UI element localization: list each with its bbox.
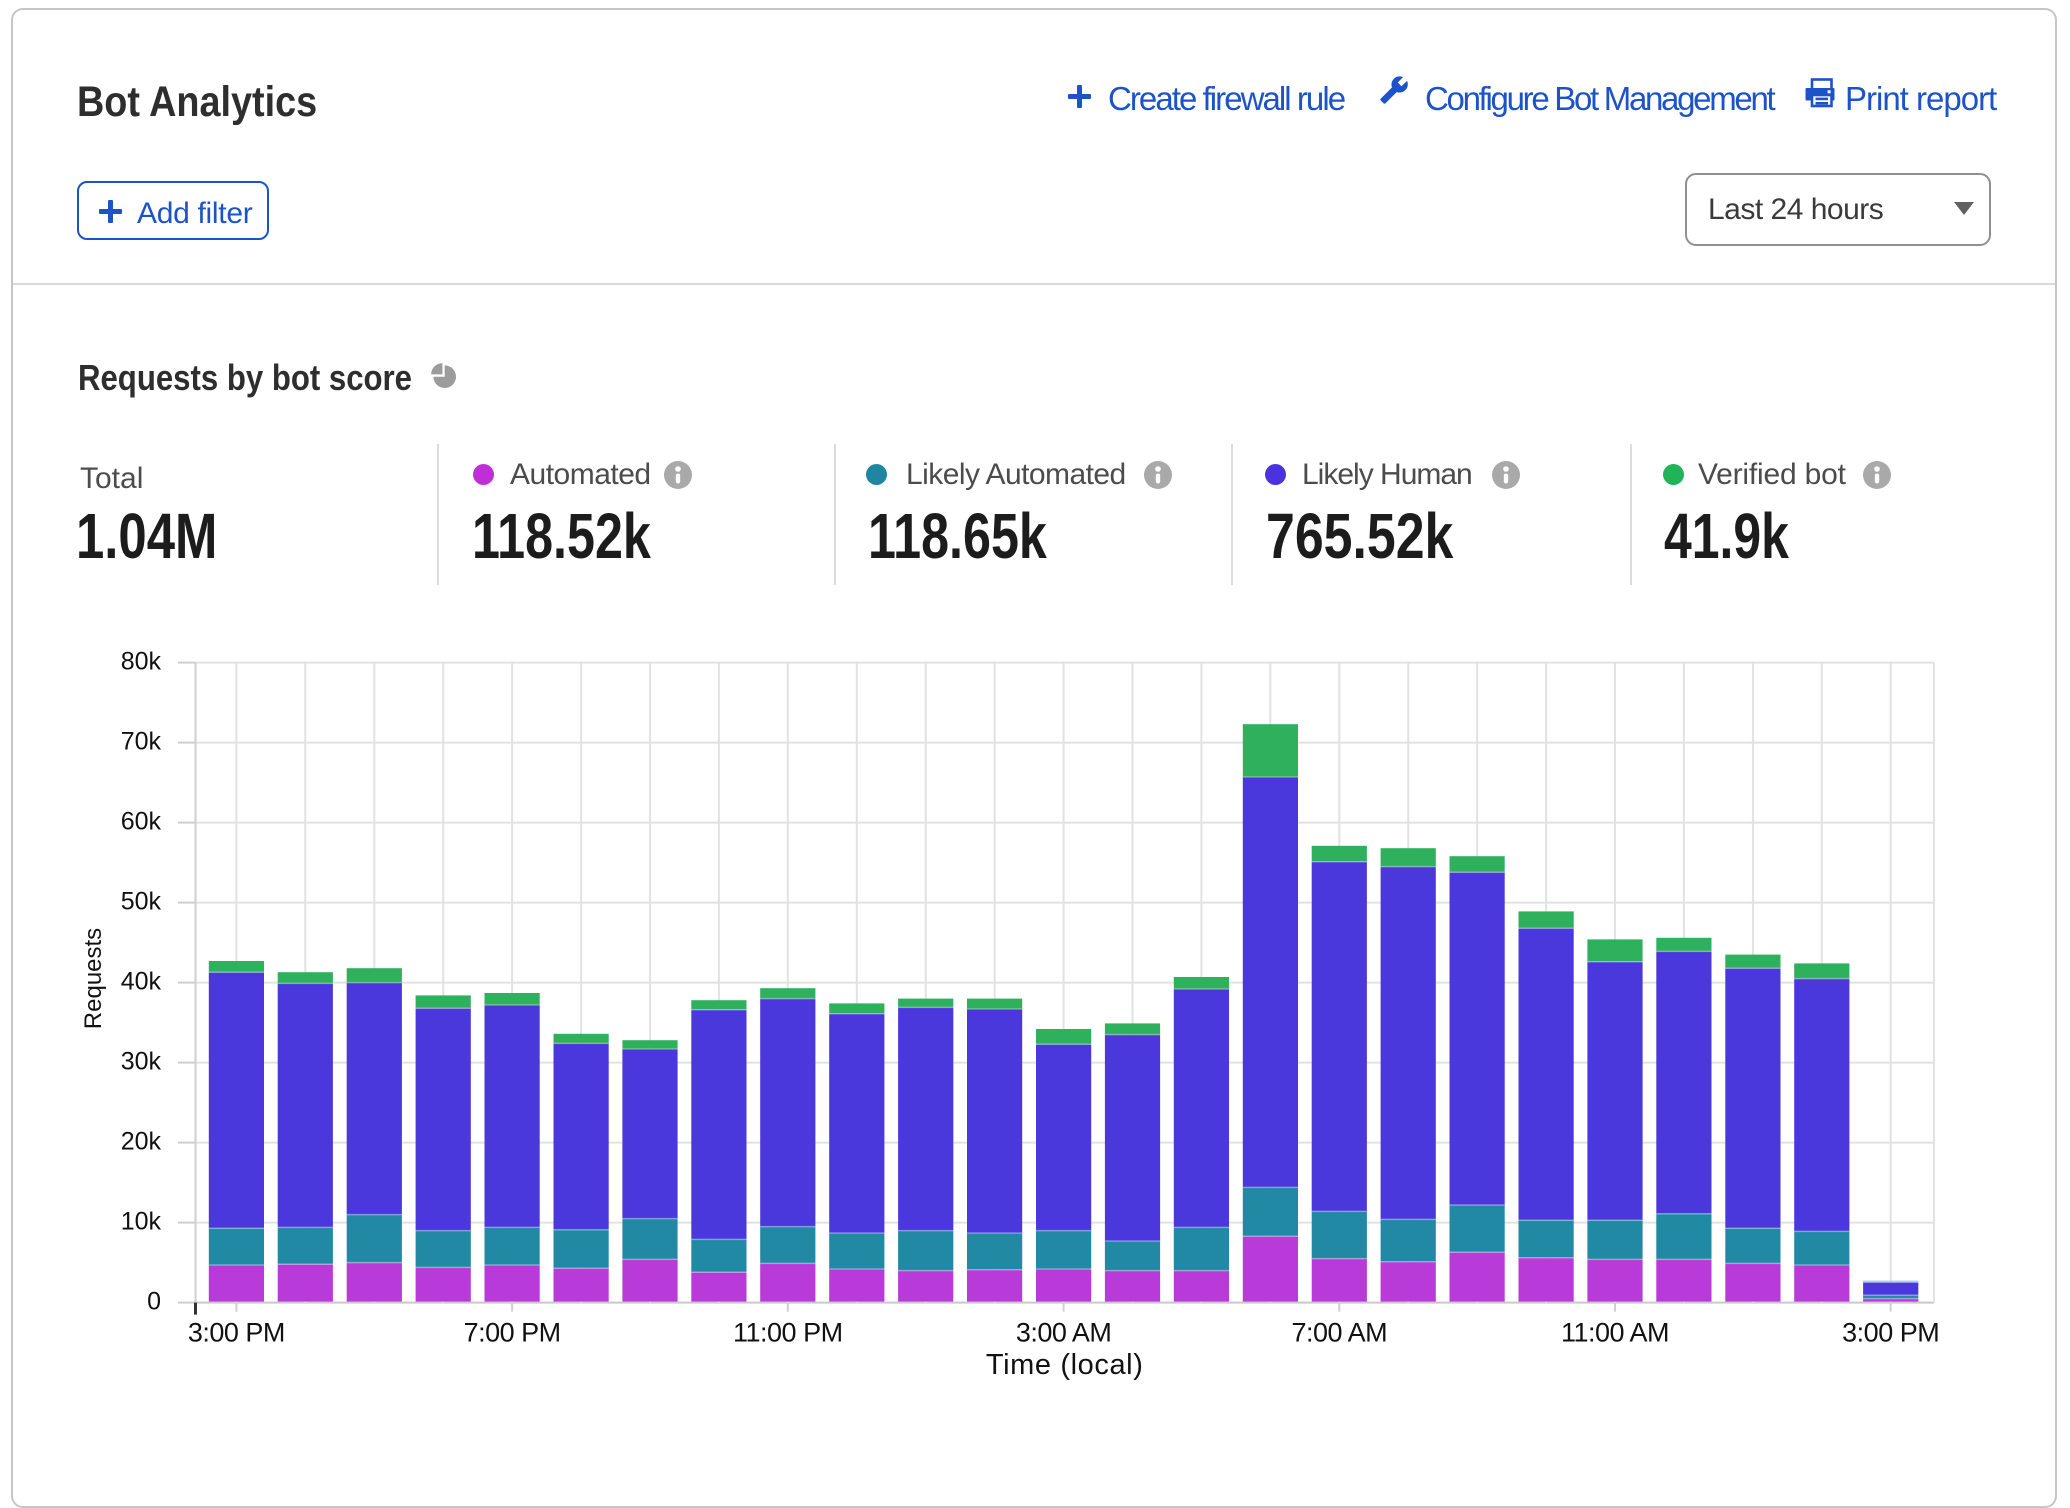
svg-text:10k: 10k [121, 1208, 162, 1236]
svg-text:60k: 60k [121, 808, 162, 836]
svg-text:40k: 40k [121, 968, 162, 996]
svg-text:3:00 PM: 3:00 PM [1842, 1318, 1939, 1348]
svg-text:20k: 20k [121, 1128, 162, 1156]
svg-text:11:00 PM: 11:00 PM [733, 1318, 843, 1348]
svg-text:80k: 80k [121, 648, 162, 676]
svg-text:7:00 AM: 7:00 AM [1292, 1318, 1388, 1348]
svg-text:30k: 30k [121, 1048, 162, 1076]
svg-text:50k: 50k [121, 888, 162, 916]
svg-text:3:00 PM: 3:00 PM [188, 1318, 285, 1348]
svg-text:70k: 70k [121, 728, 162, 756]
svg-text:7:00 PM: 7:00 PM [464, 1318, 561, 1348]
svg-text:11:00 AM: 11:00 AM [1561, 1318, 1669, 1348]
svg-text:Time (local): Time (local) [986, 1349, 1144, 1381]
svg-text:Requests: Requests [80, 928, 107, 1029]
svg-text:3:00 AM: 3:00 AM [1016, 1318, 1112, 1348]
svg-text:0: 0 [147, 1288, 161, 1316]
